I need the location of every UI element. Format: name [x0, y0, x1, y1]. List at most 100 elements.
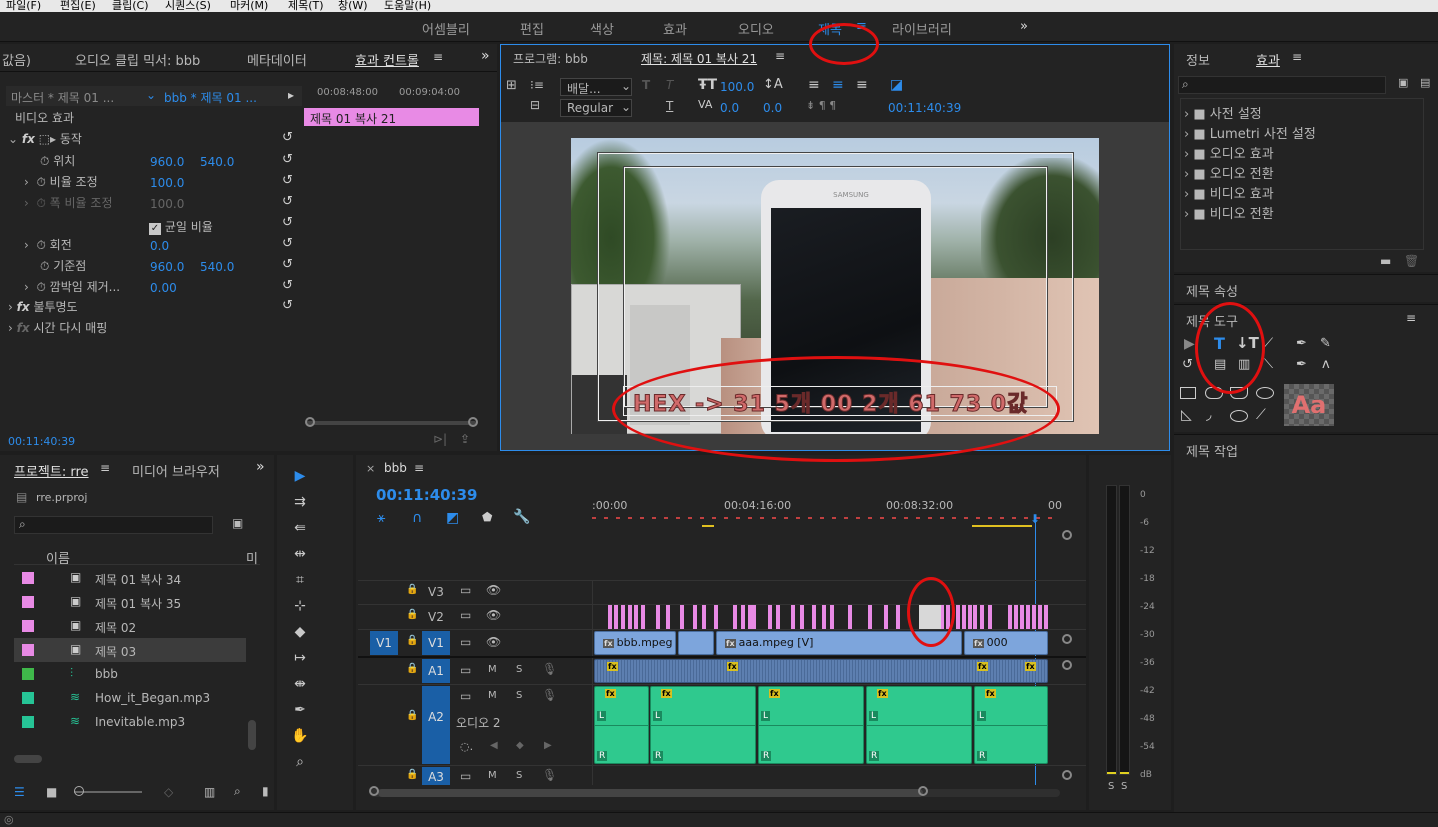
title-clip[interactable]: [1014, 605, 1018, 629]
project-scrollbar[interactable]: [248, 720, 256, 750]
track-label-a1[interactable]: A1: [422, 659, 450, 683]
label-color-swatch[interactable]: [22, 596, 34, 608]
title-clip[interactable]: [848, 605, 852, 629]
title-clip[interactable]: [988, 605, 992, 629]
title-clip[interactable]: [733, 605, 737, 629]
lock-icon[interactable]: 🔒: [406, 769, 418, 780]
timeline-timecode[interactable]: 00:11:40:39: [376, 486, 478, 504]
meter-solo-right[interactable]: S: [1121, 781, 1127, 792]
show-background-video-icon[interactable]: ◪: [890, 77, 903, 93]
program-timecode[interactable]: 00:11:40:39: [888, 101, 961, 115]
align-right-icon[interactable]: ≡: [856, 77, 868, 93]
pen-tool-icon[interactable]: ✒: [291, 702, 309, 720]
workspace-editing[interactable]: 편집: [520, 19, 544, 38]
workspace-overflow-icon[interactable]: »: [1020, 19, 1028, 34]
add-anchor-icon[interactable]: ✒: [1296, 357, 1307, 372]
yuv-icon[interactable]: ▤: [1420, 76, 1430, 89]
wedge-tool-icon[interactable]: ◺: [1181, 407, 1192, 423]
motion-row[interactable]: ⌄ fx ⬚▸ 동작: [8, 130, 82, 151]
reset-icon[interactable]: ↺: [282, 215, 293, 230]
rotation-value[interactable]: 0.0: [150, 239, 169, 253]
track-label-v2[interactable]: V2: [428, 610, 444, 624]
align-center-icon[interactable]: ≡: [832, 77, 844, 93]
title-clip[interactable]: [614, 605, 618, 629]
style-swatch[interactable]: Aa: [1284, 384, 1334, 426]
label-color-swatch[interactable]: [22, 668, 34, 680]
stopwatch-icon[interactable]: ⏱: [40, 259, 49, 273]
effects-item-lumetri[interactable]: › ■ Lumetri 사전 설정: [1184, 123, 1316, 142]
templates-icon[interactable]: ⊟: [530, 98, 540, 112]
effects-item-video-effects[interactable]: › ■ 비디오 효과: [1184, 183, 1274, 202]
title-clip[interactable]: [714, 605, 718, 629]
find-icon[interactable]: ⌕: [234, 784, 241, 799]
panel-overflow-icon[interactable]: »: [256, 459, 265, 475]
project-search-input[interactable]: ⌕: [14, 516, 213, 534]
vscroll-handle-bottom[interactable]: [1062, 770, 1072, 780]
title-clip[interactable]: [1032, 605, 1036, 629]
title-clip[interactable]: [956, 605, 960, 629]
tab-effect-controls[interactable]: 효과 컨트롤: [355, 50, 419, 69]
ripple-edit-tool-icon[interactable]: ⇚: [291, 520, 309, 538]
title-clip[interactable]: [1008, 605, 1012, 629]
new-title-icon[interactable]: ⊞: [506, 78, 517, 93]
reset-icon[interactable]: ↺: [282, 278, 293, 293]
tab-audio-clip-mixer[interactable]: 오디오 클립 믹서: bbb: [75, 50, 200, 69]
scale-value[interactable]: 100.0: [150, 176, 184, 190]
tab-media-browser[interactable]: 미디어 브라우저: [132, 461, 220, 480]
tab-effects[interactable]: 효과: [1256, 50, 1280, 69]
ellipse-tool-icon[interactable]: [1230, 410, 1248, 422]
hscroll-handle-right[interactable]: [918, 786, 928, 796]
volume-icon[interactable]: ◌.: [460, 740, 473, 753]
label-color-swatch[interactable]: [22, 692, 34, 704]
ec-scrollbar[interactable]: [306, 421, 476, 425]
title-clip[interactable]: [768, 605, 772, 629]
reset-icon[interactable]: ↺: [282, 298, 293, 313]
pen-tool-icon[interactable]: ✒: [1296, 336, 1307, 351]
snap-icon[interactable]: ∩: [412, 510, 422, 526]
tab-title[interactable]: 제목: 제목 01 복사 21: [641, 50, 757, 67]
stopwatch-icon[interactable]: ⏱: [36, 238, 45, 252]
bold-icon[interactable]: T: [642, 78, 650, 92]
scroll-handle-right[interactable]: [468, 417, 478, 427]
project-item[interactable]: ▣ 제목 03: [14, 638, 246, 662]
project-item[interactable]: ▣ 제목 02: [14, 614, 246, 638]
workspace-titles[interactable]: 제목: [818, 19, 842, 38]
column-more-label[interactable]: 미: [246, 548, 258, 567]
solo-button[interactable]: S: [516, 770, 522, 781]
new-bin-icon[interactable]: ▬: [1380, 254, 1391, 268]
workspace-effects[interactable]: 효과: [663, 19, 687, 38]
track-select-tool-icon[interactable]: ⇉: [291, 494, 309, 512]
label-color-swatch[interactable]: [22, 572, 34, 584]
workspace-assembly[interactable]: 어셈블리: [422, 19, 470, 38]
workspace-menu-icon[interactable]: ≡: [856, 19, 867, 34]
audio-clip-a2[interactable]: fx L R: [650, 686, 756, 764]
project-item[interactable]: ▣ 제목 01 복사 34: [14, 566, 246, 590]
audio-clip-a2[interactable]: fx L R: [866, 686, 972, 764]
rate-stretch-tool-icon[interactable]: ⌗: [291, 572, 309, 590]
effects-item-audio-effects[interactable]: › ■ 오디오 효과: [1184, 143, 1274, 162]
panel-menu-icon[interactable]: ≡: [414, 461, 424, 475]
menu-file[interactable]: 파일(F): [6, 0, 41, 12]
sync-lock-icon[interactable]: ▭: [460, 608, 471, 622]
menu-help[interactable]: 도움말(H): [384, 0, 431, 12]
clip-v1-segment[interactable]: [678, 631, 714, 655]
mic-icon[interactable]: 🎙: [542, 688, 557, 702]
effects-search-input[interactable]: ⌕: [1178, 76, 1386, 94]
sync-lock-icon[interactable]: ▭: [460, 635, 471, 649]
close-icon[interactable]: ×: [366, 462, 375, 475]
wrench-icon[interactable]: 🔧: [513, 509, 530, 525]
clip-000[interactable]: fx 000: [964, 631, 1048, 655]
panel-menu-icon[interactable]: ≡: [100, 461, 110, 475]
title-clip[interactable]: [680, 605, 684, 629]
title-clip[interactable]: [884, 605, 888, 629]
title-clip[interactable]: [628, 605, 632, 629]
clip-bbb[interactable]: fx bbb.mpeg: [594, 631, 676, 655]
reset-icon[interactable]: ↺: [282, 173, 293, 188]
title-clip[interactable]: [608, 605, 612, 629]
sync-lock-icon[interactable]: ▭: [460, 689, 471, 703]
vertical-type-tool-icon[interactable]: ↓T: [1236, 334, 1259, 352]
title-clip[interactable]: [656, 605, 660, 629]
align-left-icon[interactable]: ≡: [808, 77, 820, 93]
rounded-corner-rect-icon[interactable]: [1256, 387, 1274, 399]
reset-icon[interactable]: ↺: [282, 152, 293, 167]
